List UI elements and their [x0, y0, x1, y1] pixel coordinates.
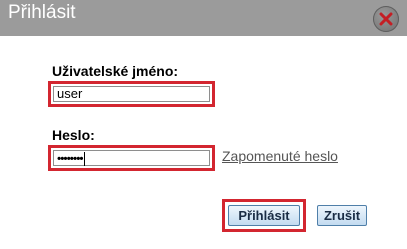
password-input[interactable]: •••••••• [53, 150, 210, 166]
username-label: Uživatelské jméno: [52, 63, 179, 79]
dialog-title: Přihlásit [8, 2, 76, 23]
forgot-password-link[interactable]: Zapomenuté heslo [222, 148, 338, 164]
login-dialog: Přihlásit Uživatelské jméno: user Heslo:… [0, 0, 407, 249]
password-label: Heslo: [52, 127, 95, 143]
dialog-titlebar: Přihlásit [0, 0, 407, 36]
close-button[interactable] [373, 6, 399, 32]
password-highlight: •••••••• [48, 145, 215, 171]
close-icon [379, 12, 393, 26]
username-highlight: user [48, 81, 215, 107]
login-button[interactable]: Přihlásit [228, 205, 300, 226]
username-value: user [57, 86, 83, 101]
cancel-button[interactable]: Zrušit [317, 205, 367, 226]
text-caret [83, 151, 85, 166]
password-masked-value: •••••••• [57, 151, 84, 166]
login-button-highlight: Přihlásit [222, 199, 306, 232]
username-input[interactable]: user [53, 86, 210, 102]
